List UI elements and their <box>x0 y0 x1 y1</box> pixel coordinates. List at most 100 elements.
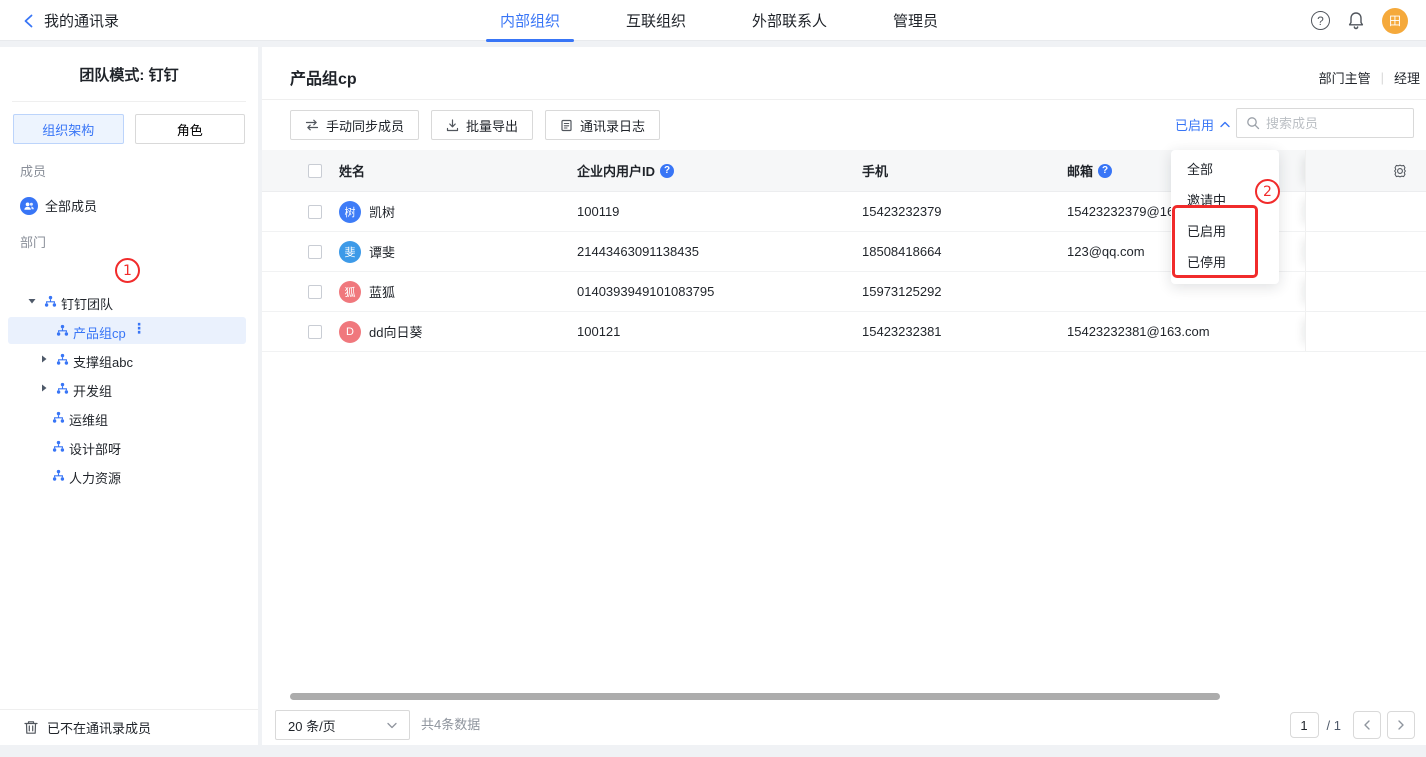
member-phone: 15423232381 <box>847 324 1052 339</box>
removed-members-label: 已不在通讯录成员 <box>47 718 151 737</box>
caret-down-icon[interactable] <box>27 296 37 306</box>
removed-members-entry[interactable]: 已不在通讯录成员 <box>0 709 258 745</box>
caret-right-icon[interactable] <box>39 383 49 393</box>
tab-internal-org[interactable]: 内部组织 <box>486 0 574 41</box>
org-tree-icon <box>56 324 69 337</box>
page-title: 产品组cp <box>290 65 357 89</box>
current-page-box[interactable]: 1 <box>1290 712 1319 738</box>
horizontal-scrollbar[interactable] <box>290 693 1220 700</box>
row-checkbox[interactable] <box>308 325 322 339</box>
prev-page-button[interactable] <box>1353 711 1381 739</box>
row-checkbox[interactable] <box>308 285 322 299</box>
next-page-button[interactable] <box>1387 711 1415 739</box>
col-header-phone: 手机 <box>847 161 1052 180</box>
filter-option-enabled[interactable]: 已启用 <box>1171 216 1279 247</box>
org-tree-icon <box>52 440 65 453</box>
page-size-select[interactable]: 20 条/页 <box>275 710 410 740</box>
status-filter-menu: 全部 邀请中 已启用 已停用 <box>1171 150 1279 284</box>
row-operations <box>1305 312 1426 351</box>
batch-export-label: 批量导出 <box>466 116 518 135</box>
filter-option-all[interactable]: 全部 <box>1171 154 1279 185</box>
back-label: 我的通讯录 <box>44 10 119 31</box>
row-operations <box>1305 272 1426 311</box>
member-search <box>1236 108 1414 138</box>
total-pages: / 1 <box>1327 718 1341 733</box>
selected-highlight <box>8 317 246 344</box>
more-vertical-icon[interactable]: ⋮ <box>132 320 146 337</box>
tree-item-label: 人力资源 <box>69 468 121 487</box>
member-avatar: 狐 <box>339 281 361 303</box>
trash-icon <box>24 720 38 735</box>
org-tree-icon <box>56 382 69 395</box>
tree-item-product-group[interactable]: 产品组cp ⋮ <box>0 316 258 345</box>
tree-item-design-dept[interactable]: 设计部呀 <box>0 432 258 461</box>
tree-item-label: 运维组 <box>69 410 108 429</box>
role-button[interactable]: 角色 <box>135 114 246 144</box>
contacts-log-button[interactable]: 通讯录日志 <box>545 110 660 140</box>
tab-admin[interactable]: 管理员 <box>879 0 952 41</box>
tree-item-dingding-team[interactable]: 钉钉团队 <box>0 287 258 316</box>
tab-external-contacts[interactable]: 外部联系人 <box>738 0 841 41</box>
caret-right-icon[interactable] <box>39 354 49 364</box>
member-phone: 15423232379 <box>847 204 1052 219</box>
chevron-down-icon <box>387 722 397 729</box>
manager-role-link[interactable]: 经理 <box>1394 68 1420 87</box>
log-icon <box>560 119 573 132</box>
row-checkbox[interactable] <box>308 245 322 259</box>
department-tree: 钉钉团队 产品组cp ⋮ 支撑组abc 开发组 运维组 设计部呀 <box>0 287 258 490</box>
pagination: 1 / 1 <box>1290 711 1415 739</box>
member-email: 15423232381@163.com <box>1052 324 1305 339</box>
member-phone: 15973125292 <box>847 284 1052 299</box>
row-checkbox[interactable] <box>308 205 322 219</box>
status-filter-dropdown[interactable]: 已启用 <box>1175 115 1230 134</box>
department-roles: 部门主管 | 经理 <box>1319 68 1420 87</box>
department-header: 产品组cp 部门主管 | 经理 <box>262 47 1426 100</box>
tree-item-label: 产品组cp <box>73 323 126 342</box>
member-name: dd向日葵 <box>369 322 422 341</box>
people-icon <box>20 197 38 215</box>
sidebar-item-all-members[interactable]: 全部成员 <box>0 180 258 215</box>
question-circle-icon[interactable]: ? <box>1098 164 1112 178</box>
search-input[interactable] <box>1266 116 1404 131</box>
org-tree-icon <box>44 295 57 308</box>
divider: | <box>1381 70 1384 85</box>
user-avatar[interactable]: 田 <box>1382 8 1408 34</box>
member-name: 谭斐 <box>369 242 395 261</box>
org-tree-icon <box>56 353 69 366</box>
member-avatar: 斐 <box>339 241 361 263</box>
tree-item-label: 设计部呀 <box>69 439 121 458</box>
question-circle-icon[interactable]: ? <box>660 164 674 178</box>
manual-sync-label: 手动同步成员 <box>326 116 404 135</box>
gear-icon[interactable] <box>1392 163 1408 179</box>
tree-item-label: 支撑组abc <box>73 352 133 371</box>
org-structure-button[interactable]: 组织架构 <box>13 114 124 144</box>
tree-item-hr[interactable]: 人力资源 <box>0 461 258 490</box>
help-icon[interactable]: ? <box>1311 11 1330 30</box>
back-button[interactable]: 我的通讯录 <box>22 0 119 41</box>
members-section-label: 成员 <box>0 144 258 180</box>
tree-item-support-group[interactable]: 支撑组abc <box>0 345 258 374</box>
filter-option-disabled[interactable]: 已停用 <box>1171 247 1279 278</box>
table-footer: 20 条/页 共4条数据 1 / 1 <box>262 705 1426 745</box>
table-row[interactable]: Ddd向日葵 100121 15423232381 15423232381@16… <box>262 312 1426 352</box>
filter-option-inviting[interactable]: 邀请中 <box>1171 185 1279 216</box>
dept-manager-link[interactable]: 部门主管 <box>1319 68 1371 87</box>
col-header-operations <box>1305 150 1426 191</box>
tree-item-ops-group[interactable]: 运维组 <box>0 403 258 432</box>
toolbar: 手动同步成员 批量导出 通讯录日志 <box>290 110 660 140</box>
sidebar: 团队模式: 钉钉 组织架构 角色 成员 全部成员 部门 钉钉团队 产品组cp ⋮… <box>0 47 258 745</box>
chevron-left-icon <box>22 14 36 28</box>
sync-icon <box>305 119 319 131</box>
sidebar-toggle: 组织架构 角色 <box>0 102 258 144</box>
page-size-value: 20 条/页 <box>288 716 336 735</box>
all-members-label: 全部成员 <box>45 196 97 215</box>
tree-item-dev-group[interactable]: 开发组 <box>0 374 258 403</box>
batch-export-button[interactable]: 批量导出 <box>431 110 533 140</box>
chevron-up-icon <box>1220 121 1230 128</box>
topbar-actions: ? 田 <box>1311 0 1408 41</box>
select-all-checkbox[interactable] <box>308 164 322 178</box>
manual-sync-button[interactable]: 手动同步成员 <box>290 110 419 140</box>
team-mode-title: 团队模式: 钉钉 <box>0 47 258 85</box>
bell-icon[interactable] <box>1347 11 1365 30</box>
tab-connected-org[interactable]: 互联组织 <box>612 0 700 41</box>
